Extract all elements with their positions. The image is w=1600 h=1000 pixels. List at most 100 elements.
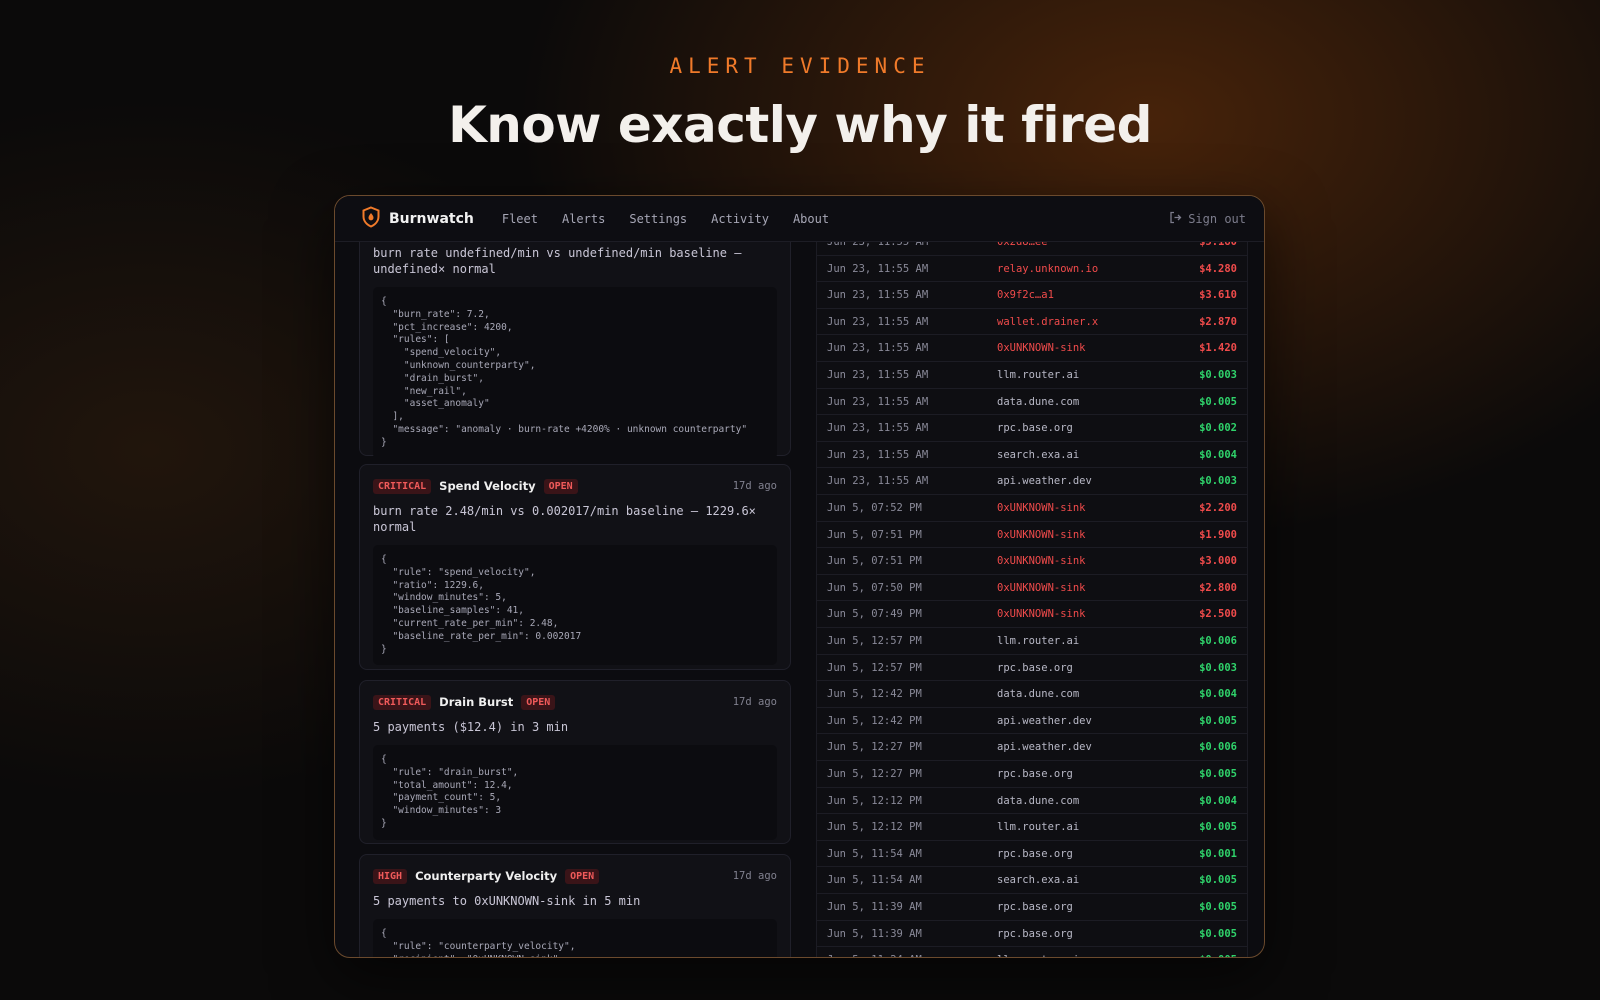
transaction-row[interactable]: Jun 5, 11:39 AM rpc.base.org $0.005 — [816, 894, 1248, 921]
severity-badge: HIGH — [373, 868, 408, 884]
transaction-list[interactable]: Jun 23, 11:55 AM 0x2d8…ee $5.180 Jun 23, 11… — [816, 242, 1248, 957]
transaction-date: Jun 5, 12:57 PM — [827, 635, 922, 647]
alert-rule-name: Drain Burst — [439, 695, 514, 709]
alert-summary: 5 payments ($12.4) in 3 min — [373, 720, 569, 734]
transaction-counterparty: rpc.base.org — [997, 661, 1073, 674]
transaction-row[interactable]: Jun 5, 12:12 PM llm.router.ai $0.005 — [816, 814, 1248, 841]
transaction-row[interactable]: Jun 23, 11:55 AM search.exa.ai $0.004 — [816, 441, 1248, 469]
transaction-counterparty: data.dune.com — [997, 794, 1080, 807]
transaction-date: Jun 5, 07:51 PM — [827, 555, 922, 568]
transaction-date: Jun 5, 12:57 PM — [827, 661, 922, 674]
transaction-date: Jun 5, 11:39 AM — [827, 927, 922, 940]
transaction-amount: $4.280 — [1199, 262, 1237, 275]
nav-item-about[interactable]: About — [793, 212, 829, 226]
transaction-row[interactable]: Jun 5, 07:51 PM 0xUNKNOWN-sink $3.000 — [816, 548, 1248, 575]
transaction-row[interactable]: Jun 23, 11:55 AM wallet.drainer.x $2.870 — [816, 308, 1248, 336]
alert-rule-name: Counterparty Velocity — [415, 869, 558, 883]
transaction-amount: $0.006 — [1199, 635, 1237, 647]
transaction-row[interactable]: Jun 5, 11:54 AM search.exa.ai $0.005 — [816, 867, 1248, 894]
alert-evidence: { "rule": "drain_burst", "total_amount":… — [373, 745, 777, 840]
transaction-row[interactable]: Jun 23, 11:55 AM llm.router.ai $0.003 — [816, 362, 1248, 389]
transaction-row[interactable]: Jun 23, 11:55 AM data.dune.com $0.005 — [816, 388, 1248, 416]
transaction-date: Jun 23, 11:55 AM — [827, 475, 929, 488]
top-nav: Burnwatch Fleet Alerts Settings Activity… — [335, 196, 1264, 242]
transaction-amount: $0.004 — [1199, 448, 1237, 461]
nav-item-activity[interactable]: Activity — [711, 212, 769, 226]
transaction-date: Jun 5, 07:51 PM — [827, 528, 922, 541]
transaction-amount: $3.610 — [1199, 289, 1237, 302]
brand[interactable]: Burnwatch — [361, 205, 474, 232]
transaction-amount: $2.500 — [1199, 608, 1237, 621]
transaction-row[interactable]: Jun 5, 07:50 PM 0xUNKNOWN-sink $2.800 — [816, 574, 1248, 602]
alert-card[interactable]: CRITICAL Spend Velocity OPEN 17d ago bur… — [359, 464, 791, 670]
transaction-amount: $0.005 — [1199, 874, 1237, 887]
transaction-row[interactable]: Jun 5, 07:51 PM 0xUNKNOWN-sink $1.900 — [816, 521, 1248, 549]
transaction-date: Jun 5, 11:54 AM — [827, 874, 922, 887]
transaction-amount: $0.002 — [1199, 422, 1237, 435]
transaction-row[interactable]: Jun 23, 11:55 AM 0xUNKNOWN-sink $1.420 — [816, 335, 1248, 362]
transaction-amount: $0.004 — [1199, 688, 1237, 701]
alert-card[interactable]: burn rate undefined/min vs undefined/min… — [359, 242, 791, 459]
transaction-amount: $0.005 — [1199, 821, 1237, 834]
transaction-counterparty: search.exa.ai — [997, 874, 1080, 887]
transaction-amount: $2.200 — [1199, 502, 1237, 514]
transaction-row[interactable]: Jun 5, 07:52 PM 0xUNKNOWN-sink $2.200 — [816, 495, 1248, 522]
transaction-amount: $0.005 — [1199, 714, 1237, 727]
transaction-date: Jun 5, 11:54 AM — [827, 847, 922, 860]
alert-summary: burn rate 2.48/min vs 0.002017/min basel… — [373, 504, 756, 534]
alert-card[interactable]: CRITICAL Drain Burst OPEN 17d ago 5 paym… — [359, 680, 791, 844]
sign-out-label: Sign out — [1188, 212, 1246, 226]
transaction-date: Jun 5, 12:27 PM — [827, 741, 922, 754]
alert-age: 17d ago — [732, 870, 777, 882]
transaction-date: Jun 23, 11:55 AM — [827, 289, 929, 302]
transaction-counterparty: 0xUNKNOWN-sink — [997, 581, 1086, 594]
transaction-counterparty: relay.unknown.io — [997, 262, 1099, 275]
transaction-amount: $5.180 — [1199, 242, 1237, 248]
transaction-counterparty: 0xUNKNOWN-sink — [997, 502, 1086, 514]
transaction-row[interactable]: Jun 23, 11:55 AM api.weather.dev $0.003 — [816, 468, 1248, 495]
nav-item-alerts[interactable]: Alerts — [562, 212, 605, 226]
transaction-row[interactable]: Jun 5, 12:27 PM api.weather.dev $0.006 — [816, 734, 1248, 761]
transaction-row[interactable]: Jun 5, 12:42 PM api.weather.dev $0.005 — [816, 707, 1248, 735]
alert-card[interactable]: HIGH Counterparty Velocity OPEN 17d ago … — [359, 854, 791, 957]
transaction-row[interactable]: Jun 5, 12:12 PM data.dune.com $0.004 — [816, 787, 1248, 815]
nav-item-fleet[interactable]: Fleet — [502, 212, 538, 226]
transaction-amount: $0.004 — [1199, 794, 1237, 807]
transaction-row[interactable]: Jun 23, 11:55 AM rpc.base.org $0.002 — [816, 415, 1248, 442]
transaction-date: Jun 5, 07:49 PM — [827, 608, 922, 621]
transaction-amount: $0.006 — [1199, 741, 1237, 754]
severity-badge: CRITICAL — [373, 694, 432, 710]
sign-out-button[interactable]: Sign out — [1169, 211, 1246, 227]
transaction-counterparty: 0xUNKNOWN-sink — [997, 342, 1086, 355]
transaction-date: Jun 5, 12:12 PM — [827, 821, 922, 834]
transaction-row[interactable]: Jun 5, 11:39 AM rpc.base.org $0.005 — [816, 920, 1248, 948]
transaction-row[interactable]: Jun 5, 12:42 PM data.dune.com $0.004 — [816, 681, 1248, 708]
nav-item-settings[interactable]: Settings — [629, 212, 687, 226]
transaction-amount: $2.800 — [1199, 581, 1237, 594]
transaction-amount: $0.005 — [1199, 954, 1237, 957]
alert-list[interactable]: burn rate undefined/min vs undefined/min… — [359, 242, 791, 957]
transaction-amount: $0.005 — [1199, 927, 1237, 940]
transaction-row[interactable]: Jun 5, 12:57 PM rpc.base.org $0.003 — [816, 654, 1248, 682]
transaction-date: Jun 5, 12:42 PM — [827, 688, 922, 701]
brand-name: Burnwatch — [389, 210, 474, 227]
shield-logo-icon — [361, 205, 381, 232]
transaction-counterparty: 0xUNKNOWN-sink — [997, 528, 1086, 541]
transaction-row[interactable]: Jun 23, 11:55 AM 0x2d8…ee $5.180 — [816, 242, 1248, 256]
transaction-row[interactable]: Jun 23, 11:55 AM 0x9f2c…a1 $3.610 — [816, 282, 1248, 309]
transaction-date: Jun 5, 11:24 AM — [827, 954, 922, 957]
transaction-row[interactable]: Jun 5, 07:49 PM 0xUNKNOWN-sink $2.500 — [816, 601, 1248, 628]
transaction-counterparty: wallet.drainer.x — [997, 315, 1099, 328]
transaction-date: Jun 5, 07:50 PM — [827, 581, 922, 594]
transaction-counterparty: rpc.base.org — [997, 901, 1073, 913]
transaction-row[interactable]: Jun 5, 11:24 AM llm.router.ai $0.005 — [816, 947, 1248, 957]
transaction-row[interactable]: Jun 5, 11:54 AM rpc.base.org $0.001 — [816, 840, 1248, 868]
transaction-row[interactable]: Jun 5, 12:27 PM rpc.base.org $0.005 — [816, 761, 1248, 788]
transaction-amount: $1.420 — [1199, 342, 1237, 355]
transaction-row[interactable]: Jun 23, 11:55 AM relay.unknown.io $4.280 — [816, 255, 1248, 283]
section-eyebrow: ALERT EVIDENCE — [669, 54, 931, 78]
transaction-counterparty: 0x2d8…ee — [997, 242, 1048, 248]
transaction-row[interactable]: Jun 5, 12:57 PM llm.router.ai $0.006 — [816, 628, 1248, 655]
transaction-amount: $0.003 — [1199, 369, 1237, 381]
transaction-date: Jun 23, 11:55 AM — [827, 395, 929, 408]
